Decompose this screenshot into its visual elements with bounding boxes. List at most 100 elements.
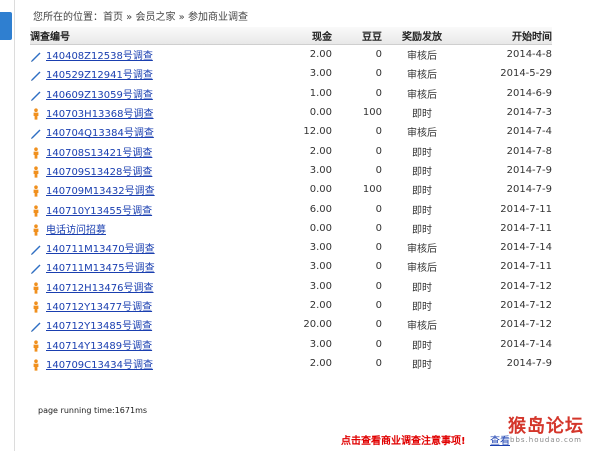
cell-survey-id: 140712H13476号调查 bbox=[30, 277, 250, 296]
left-sidebar bbox=[0, 0, 15, 451]
pencil-icon bbox=[30, 320, 42, 333]
watermark-url: bbs.houdao.com bbox=[510, 436, 582, 444]
cell-score: 0 bbox=[375, 203, 382, 215]
table-row: 140708S13421号调查 2.00 0 即时 2014-7-8 bbox=[30, 141, 552, 160]
header-score: 豆豆 bbox=[332, 27, 382, 45]
table-header-row: 调查编号 现金 豆豆 奖励发放 开始时间 bbox=[30, 27, 552, 45]
cell-reward: 即时 bbox=[412, 205, 432, 217]
person-icon bbox=[30, 204, 42, 217]
cell-reward: 即时 bbox=[412, 302, 432, 313]
survey-link[interactable]: 140712Y13485号调查 bbox=[46, 321, 152, 332]
person-icon bbox=[30, 185, 42, 197]
survey-link[interactable]: 140711M13470号调查 bbox=[46, 244, 155, 255]
pencil-icon bbox=[30, 89, 42, 101]
pencil-icon bbox=[30, 262, 42, 275]
pencil-icon bbox=[30, 50, 42, 62]
cell-survey-id: 140708S13421号调查 bbox=[30, 141, 250, 160]
cell-cash: 3.00 bbox=[309, 242, 332, 254]
header-start-date: 开始时间 bbox=[462, 27, 552, 45]
survey-link[interactable]: 140712Y13477号调查 bbox=[46, 302, 152, 313]
cell-cash: 3.00 bbox=[309, 261, 332, 273]
cell-reward: 审核后 bbox=[407, 70, 437, 82]
cell-start-date: 2014-7-9 bbox=[506, 184, 552, 196]
cell-reward: 即时 bbox=[412, 186, 432, 198]
cell-score: 0 bbox=[375, 49, 382, 61]
cell-cash: 1.00 bbox=[309, 87, 332, 99]
cell-cash: 3.00 bbox=[309, 338, 332, 350]
cell-reward: 即时 bbox=[412, 109, 432, 121]
breadcrumb-members[interactable]: 会员之家 bbox=[135, 12, 175, 23]
cell-start-date: 2014-5-29 bbox=[500, 68, 552, 80]
pencil-icon bbox=[30, 69, 42, 82]
cell-start-date: 2014-7-11 bbox=[500, 203, 552, 215]
breadcrumb-current: 参加商业调查 bbox=[187, 12, 248, 23]
survey-link[interactable]: 电话访问招募 bbox=[46, 225, 106, 236]
cell-survey-id: 140711M13470号调查 bbox=[30, 238, 250, 257]
cell-reward: 即时 bbox=[412, 224, 432, 236]
table-row: 140712Y13477号调查 2.00 0 即时 2014-7-12 bbox=[30, 296, 552, 315]
survey-link[interactable]: 140529Z12941号调查 bbox=[46, 70, 153, 81]
cell-start-date: 2014-7-8 bbox=[506, 145, 552, 157]
cell-cash: 3.00 bbox=[309, 280, 332, 292]
table-row: 140714Y13489号调查 3.00 0 即时 2014-7-14 bbox=[30, 334, 552, 353]
sidebar-tab[interactable] bbox=[0, 12, 12, 40]
cell-score: 0 bbox=[375, 357, 382, 369]
survey-notice-link[interactable]: 点击查看商业调查注意事项! bbox=[341, 432, 466, 447]
cell-score: 0 bbox=[375, 222, 382, 234]
breadcrumb-home[interactable]: 首页 bbox=[103, 12, 123, 23]
survey-link[interactable]: 140710Y13455号调查 bbox=[46, 206, 152, 217]
cell-reward: 即时 bbox=[412, 166, 432, 178]
survey-link[interactable]: 140704Q13384号调查 bbox=[46, 128, 154, 139]
cell-reward: 即时 bbox=[412, 359, 432, 371]
view-link[interactable]: 查看 bbox=[490, 432, 510, 447]
cell-reward: 即时 bbox=[412, 147, 432, 159]
person-icon bbox=[30, 359, 42, 371]
survey-link[interactable]: 140408Z12538号调查 bbox=[46, 51, 153, 62]
cell-score: 0 bbox=[375, 338, 382, 350]
cell-score: 0 bbox=[375, 87, 382, 99]
cell-start-date: 2014-7-9 bbox=[506, 164, 552, 176]
survey-link[interactable]: 140709C13434号调查 bbox=[46, 360, 153, 371]
survey-link[interactable]: 140609Z13059号调查 bbox=[46, 90, 153, 101]
breadcrumb-prefix: 您所在的位置： bbox=[33, 12, 103, 23]
table-row: 140709C13434号调查 2.00 0 即时 2014-7-9 bbox=[30, 354, 552, 373]
cell-score: 0 bbox=[375, 164, 382, 176]
person-icon bbox=[30, 339, 42, 352]
cell-survey-id: 140710Y13455号调查 bbox=[30, 199, 250, 218]
pencil-icon bbox=[30, 127, 42, 140]
cell-start-date: 2014-7-14 bbox=[500, 242, 552, 254]
survey-link[interactable]: 140714Y13489号调查 bbox=[46, 341, 152, 352]
breadcrumb-sep: » bbox=[175, 12, 188, 23]
table-row: 140709S13428号调查 3.00 0 即时 2014-7-9 bbox=[30, 161, 552, 180]
cell-reward: 即时 bbox=[412, 282, 432, 294]
cell-cash: 2.00 bbox=[309, 300, 332, 311]
cell-cash: 2.00 bbox=[309, 145, 332, 157]
cell-survey-id: 140609Z13059号调查 bbox=[30, 84, 250, 103]
survey-link[interactable]: 140703H13368号调查 bbox=[46, 109, 154, 120]
survey-link[interactable]: 140711M13475号调查 bbox=[46, 263, 155, 274]
cell-start-date: 2014-7-3 bbox=[506, 107, 552, 119]
survey-link[interactable]: 140712H13476号调查 bbox=[46, 283, 154, 294]
survey-link[interactable]: 140709M13432号调查 bbox=[46, 186, 155, 197]
cell-score: 0 bbox=[375, 319, 382, 331]
page-runtime: page running time:1671ms bbox=[38, 406, 148, 415]
cell-cash: 0.00 bbox=[309, 184, 332, 196]
table-row: 140710Y13455号调查 6.00 0 即时 2014-7-11 bbox=[30, 199, 552, 218]
survey-table: 调查编号 现金 豆豆 奖励发放 开始时间 140408Z12538号调查 2.00… bbox=[30, 27, 552, 373]
survey-link[interactable]: 140708S13421号调查 bbox=[46, 148, 152, 159]
table-row: 140709M13432号调查 0.00 100 即时 2014-7-9 bbox=[30, 180, 552, 199]
cell-survey-id: 140709C13434号调查 bbox=[30, 354, 250, 373]
watermark-logo: 猴岛论坛 bbs.houdao.com bbox=[508, 412, 598, 448]
table-row: 电话访问招募 0.00 0 即时 2014-7-11 bbox=[30, 219, 552, 238]
cell-reward: 审核后 bbox=[407, 321, 437, 333]
cell-cash: 0.00 bbox=[309, 222, 332, 234]
table-row: 140609Z13059号调查 1.00 0 审核后 2014-6-9 bbox=[30, 84, 552, 103]
table-row: 140704Q13384号调查 12.00 0 审核后 2014-7-4 bbox=[30, 122, 552, 141]
cell-survey-id: 140709M13432号调查 bbox=[30, 180, 250, 199]
cell-score: 0 bbox=[375, 126, 382, 138]
pencil-icon bbox=[30, 243, 42, 255]
cell-cash: 3.00 bbox=[309, 68, 332, 80]
person-icon bbox=[30, 301, 42, 313]
survey-link[interactable]: 140709S13428号调查 bbox=[46, 167, 152, 178]
cell-score: 100 bbox=[362, 107, 382, 119]
